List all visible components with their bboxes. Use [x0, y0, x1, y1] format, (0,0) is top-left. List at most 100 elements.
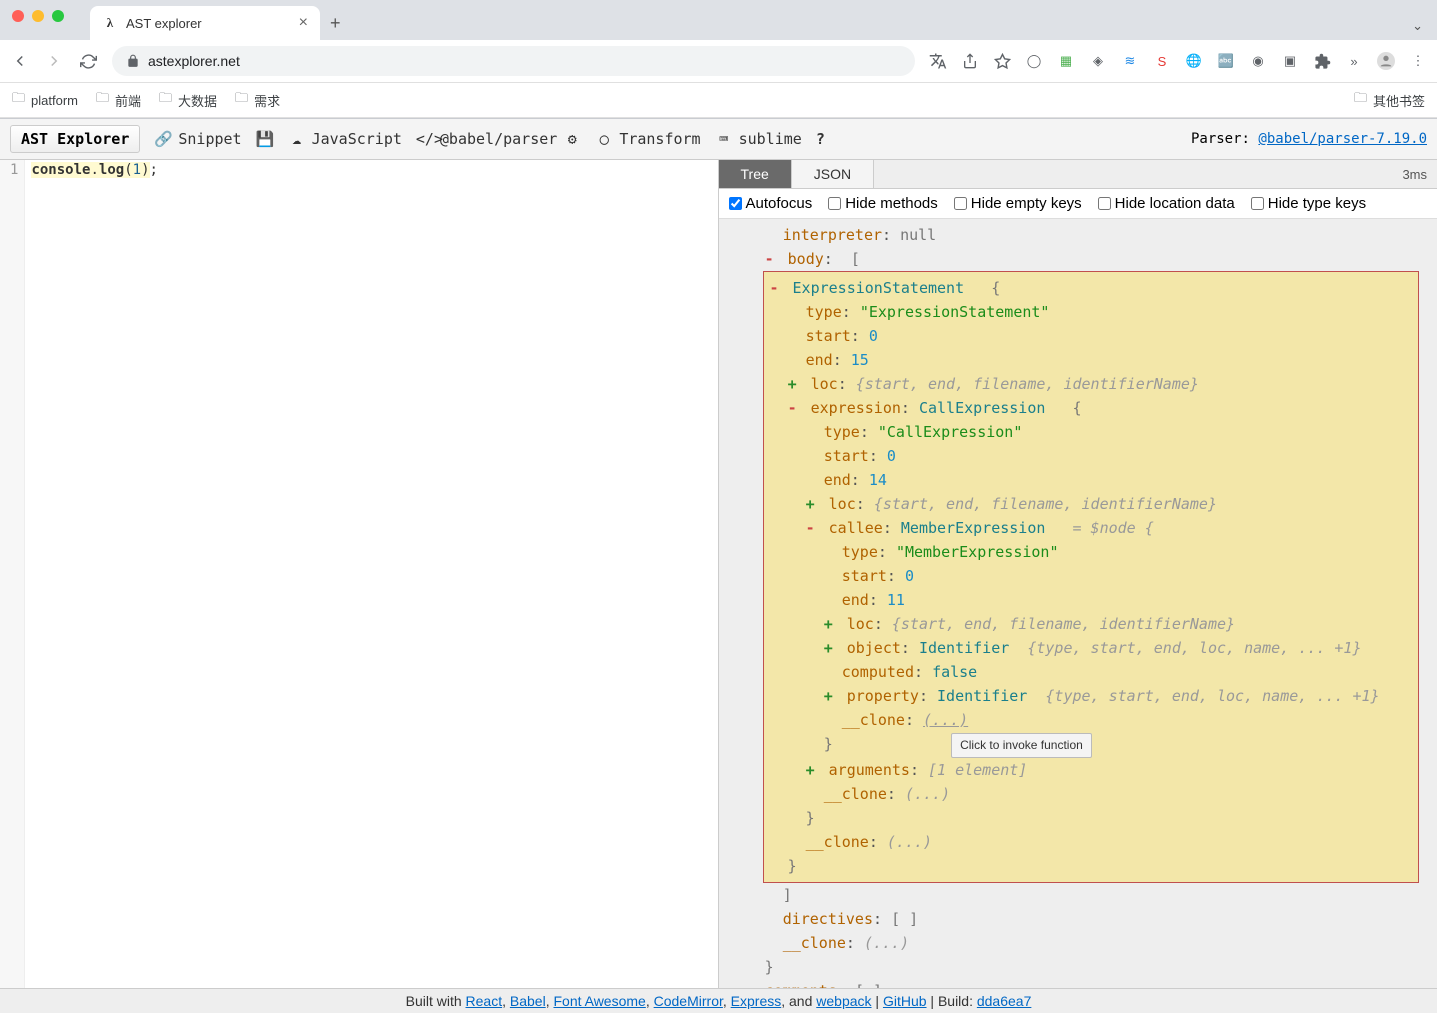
other-bookmarks[interactable]: 🗀其他书签	[1354, 89, 1425, 111]
footer-link-express[interactable]: Express	[731, 993, 782, 1009]
tree-row[interactable]: - expression: CallExpression {	[770, 396, 1413, 420]
tree-row[interactable]: type: "ExpressionStatement"	[770, 300, 1413, 324]
filter-hide-type[interactable]: Hide type keys	[1251, 195, 1366, 212]
hide-location-checkbox[interactable]	[1098, 197, 1111, 210]
expand-icon[interactable]: +	[788, 372, 802, 396]
code-line[interactable]: console.log(1);	[25, 160, 164, 988]
footer-link-github[interactable]: GitHub	[883, 993, 927, 1009]
ext-grid-icon[interactable]: ▦	[1057, 52, 1075, 70]
hide-type-checkbox[interactable]	[1251, 197, 1264, 210]
tree-row[interactable]: }	[729, 955, 1428, 979]
tree-row[interactable]: computed: false	[770, 660, 1413, 684]
transform-toggle[interactable]: ◯Transform	[595, 130, 700, 148]
footer-link-cm[interactable]: CodeMirror	[654, 993, 723, 1009]
tree-row[interactable]: start: 0	[770, 444, 1413, 468]
bookmark-frontend[interactable]: 🗀前端	[96, 89, 141, 111]
ext-s-icon[interactable]: S	[1153, 52, 1171, 70]
tree-row[interactable]: start: 0	[770, 324, 1413, 348]
tree-row[interactable]: end: 14	[770, 468, 1413, 492]
forward-button[interactable]	[44, 51, 64, 71]
tree-row[interactable]: type: "MemberExpression"	[770, 540, 1413, 564]
expand-icon[interactable]: +	[824, 684, 838, 708]
ext-square-icon[interactable]: ▣	[1281, 52, 1299, 70]
browser-tab[interactable]: λ AST explorer ×	[90, 6, 320, 40]
tree-row[interactable]: start: 0	[770, 564, 1413, 588]
ext-cube-icon[interactable]: ◈	[1089, 52, 1107, 70]
ext-chrome-icon[interactable]: ◉	[1249, 52, 1267, 70]
tree-row[interactable]: __clone: (...)	[729, 931, 1428, 955]
tree-row[interactable]: end: 15	[770, 348, 1413, 372]
code-editor[interactable]: 1 console.log(1);	[0, 160, 719, 988]
footer-link-babel[interactable]: Babel	[510, 993, 546, 1009]
tree-row[interactable]: - ExpressionStatement {	[770, 276, 1413, 300]
ext-wave-icon[interactable]: ≋	[1121, 52, 1139, 70]
tree-row[interactable]: + loc: {start, end, filename, identifier…	[770, 612, 1413, 636]
snippet-menu[interactable]: 🔗Snippet	[154, 130, 241, 148]
tree-row[interactable]: } Click to invoke function	[770, 732, 1413, 758]
profile-avatar-icon[interactable]	[1377, 52, 1395, 70]
footer-link-react[interactable]: React	[466, 993, 503, 1009]
autofocus-checkbox[interactable]	[729, 197, 742, 210]
filter-hide-methods[interactable]: Hide methods	[828, 195, 938, 212]
tree-row[interactable]: + loc: {start, end, filename, identifier…	[770, 492, 1413, 516]
close-window-button[interactable]	[12, 10, 24, 22]
ast-tree[interactable]: interpreter: null - body: [ - Expression…	[719, 219, 1437, 988]
translate-icon[interactable]	[929, 52, 947, 70]
expand-icon[interactable]: +	[806, 758, 820, 782]
gear-icon[interactable]: ⚙	[563, 130, 581, 148]
tree-row[interactable]: + arguments: [1 element]	[770, 758, 1413, 782]
filter-hide-empty[interactable]: Hide empty keys	[954, 195, 1082, 212]
save-button[interactable]: 💾	[256, 130, 274, 148]
tree-row[interactable]: + object: Identifier {type, start, end, …	[770, 636, 1413, 660]
tree-row[interactable]: - body: [	[729, 247, 1428, 271]
collapse-icon[interactable]: -	[765, 247, 779, 271]
reload-button[interactable]	[78, 51, 98, 71]
tree-row[interactable]: directives: [ ]	[729, 907, 1428, 931]
collapse-icon[interactable]: -	[788, 396, 802, 420]
tab-json[interactable]: JSON	[792, 160, 874, 188]
tree-row[interactable]: }	[770, 854, 1413, 878]
star-icon[interactable]	[993, 52, 1011, 70]
tree-row[interactable]: __clone: (...)	[770, 830, 1413, 854]
hide-empty-checkbox[interactable]	[954, 197, 967, 210]
tabs-overflow-icon[interactable]: ⌄	[1398, 12, 1437, 40]
bookmark-bigdata[interactable]: 🗀大数据	[159, 89, 217, 111]
keymap-menu[interactable]: ⌨sublime	[715, 130, 802, 148]
footer-link-webpack[interactable]: webpack	[816, 993, 871, 1009]
collapse-icon[interactable]: -	[770, 276, 784, 300]
ext-translate2-icon[interactable]: 🔤	[1217, 52, 1235, 70]
footer-link-fa[interactable]: Font Awesome	[553, 993, 645, 1009]
collapse-icon[interactable]: -	[806, 516, 820, 540]
tree-row[interactable]: + loc: {start, end, filename, identifier…	[770, 372, 1413, 396]
ext-circle-icon[interactable]: ◯	[1025, 52, 1043, 70]
tree-row[interactable]: interpreter: null	[729, 223, 1428, 247]
back-button[interactable]	[10, 51, 30, 71]
minimize-window-button[interactable]	[32, 10, 44, 22]
tree-row[interactable]: ]	[729, 883, 1428, 907]
maximize-window-button[interactable]	[52, 10, 64, 22]
address-bar[interactable]: astexplorer.net	[112, 46, 915, 76]
filter-hide-location[interactable]: Hide location data	[1098, 195, 1235, 212]
ext-arrow-icon[interactable]: »	[1345, 52, 1363, 70]
filter-autofocus[interactable]: Autofocus	[729, 195, 813, 212]
tree-row[interactable]: type: "CallExpression"	[770, 420, 1413, 444]
language-menu[interactable]: ☁JavaScript	[288, 130, 402, 148]
new-tab-button[interactable]: +	[320, 7, 351, 40]
bookmark-demand[interactable]: 🗀需求	[235, 89, 280, 111]
tree-row[interactable]: }	[770, 806, 1413, 830]
parser-menu[interactable]: </>@babel/parser⚙	[416, 130, 581, 148]
tab-close-icon[interactable]: ×	[299, 14, 308, 32]
share-icon[interactable]	[961, 52, 979, 70]
extensions-puzzle-icon[interactable]	[1313, 52, 1331, 70]
tree-row[interactable]: __clone: (...)	[770, 708, 1413, 732]
app-title[interactable]: AST Explorer	[10, 125, 140, 153]
tree-row[interactable]: end: 11	[770, 588, 1413, 612]
parser-version-link[interactable]: @babel/parser-7.19.0	[1258, 131, 1427, 147]
tree-row[interactable]: - callee: MemberExpression = $node {	[770, 516, 1413, 540]
expand-icon[interactable]: +	[824, 612, 838, 636]
tab-tree[interactable]: Tree	[719, 160, 792, 188]
footer-link-build[interactable]: dda6ea7	[977, 993, 1032, 1009]
bookmark-platform[interactable]: 🗀platform	[12, 89, 78, 111]
tree-row[interactable]: __clone: (...)	[770, 782, 1413, 806]
hide-methods-checkbox[interactable]	[828, 197, 841, 210]
